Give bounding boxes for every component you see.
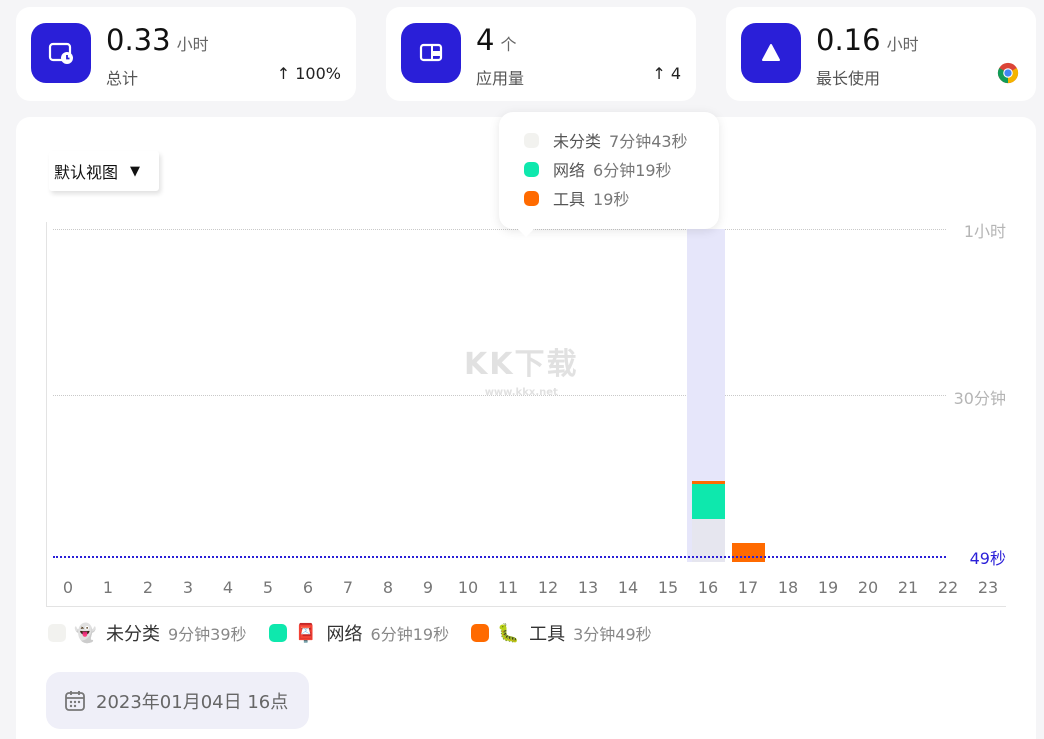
chart-y-axis [46, 222, 47, 607]
x-tick-label: 11 [497, 578, 519, 597]
x-tick-label: 0 [62, 578, 74, 597]
tooltip-category-time: 7分钟43秒 [609, 132, 688, 151]
color-swatch [268, 624, 287, 642]
x-tick-label: 23 [977, 578, 999, 597]
color-swatch [524, 190, 539, 206]
stat-total-label: 总计 [106, 69, 139, 88]
y-tick-label: 1小时 [963, 222, 1006, 241]
x-tick-label: 18 [777, 578, 799, 597]
app-window-icon [401, 23, 461, 83]
x-tick-label: 7 [342, 578, 354, 597]
x-tick-label: 17 [737, 578, 759, 597]
average-label: 49秒 [969, 549, 1006, 569]
legend-time: 9分钟39秒 [168, 625, 247, 644]
stat-apps-trend: ↑ 4 [652, 64, 681, 83]
tooltip-category-name: 工具 [553, 190, 586, 209]
x-tick-label: 16 [697, 578, 719, 597]
stat-total-unit: 小时 [176, 35, 209, 54]
legend-item-uncategorized[interactable]: 👻 未分类 9分钟39秒 [48, 620, 247, 646]
triangle-icon [741, 23, 801, 83]
x-tick-label: 5 [262, 578, 274, 597]
x-tick-label: 21 [897, 578, 919, 597]
stat-apps-value: 4个 [476, 23, 517, 57]
legend-item-tools[interactable]: 🐛 工具 3分钟49秒 [471, 620, 652, 646]
legend-name: 工具 [529, 624, 566, 645]
stat-card-total: 0.33 小时 总计 ↑ 100% [16, 7, 356, 101]
caret-down-icon: ▼ [130, 163, 141, 179]
y-tick-label: 30分钟 [953, 389, 1006, 408]
color-swatch [471, 624, 490, 642]
legend-item-network[interactable]: 📮 网络 6分钟19秒 [268, 620, 450, 646]
chart-panel: 默认视图 ▼ 1小时 30分钟 KK下载 www.kkx.net 49秒 012… [16, 112, 1036, 739]
arrow-up-icon: ↑ [276, 64, 291, 83]
gridline-1h [53, 229, 946, 230]
x-tick-label: 15 [657, 578, 679, 597]
x-tick-label: 1 [102, 578, 114, 597]
x-tick-label: 19 [817, 578, 839, 597]
bug-icon: 🐛 [497, 622, 520, 644]
tooltip-category-time: 19秒 [593, 190, 630, 209]
color-swatch [524, 132, 539, 148]
legend-name: 未分类 [106, 624, 160, 645]
x-tick-label: 13 [577, 578, 599, 597]
stat-apps-unit: 个 [500, 35, 517, 54]
x-tick-label: 14 [617, 578, 639, 597]
stat-longest-value: 0.16 小时 [816, 23, 919, 57]
tooltip-row: 未分类 7分钟43秒 [524, 128, 688, 152]
stat-longest-label: 最长使用 [816, 69, 881, 88]
stat-apps-label: 应用量 [476, 69, 525, 88]
x-tick-label: 20 [857, 578, 879, 597]
stat-total-trend: ↑ 100% [276, 64, 341, 83]
legend-time: 3分钟49秒 [573, 625, 652, 644]
color-swatch [48, 624, 66, 642]
tooltip-category-name: 网络 [553, 161, 586, 180]
bar-segment[interactable] [692, 481, 725, 485]
chrome-icon[interactable] [997, 62, 1019, 84]
x-tick-label: 10 [457, 578, 479, 597]
tooltip-row: 网络 6分钟19秒 [524, 157, 672, 181]
x-tick-label: 4 [222, 578, 234, 597]
mailbox-icon: 📮 [294, 622, 317, 644]
ghost-icon: 👻 [74, 622, 97, 644]
x-tick-label: 2 [142, 578, 154, 597]
tooltip-category-name: 未分类 [553, 132, 602, 151]
x-tick-label: 22 [937, 578, 959, 597]
stat-longest-unit: 小时 [886, 35, 919, 54]
view-select-dropdown[interactable]: 默认视图 ▼ [49, 151, 159, 191]
chart-legend: 👻 未分类 9分钟39秒 📮 网络 6分钟19秒 🐛 工具 3分钟49秒 [48, 620, 674, 646]
color-swatch [524, 161, 539, 177]
calendar-icon [65, 690, 85, 711]
date-chip-text: 2023年01月04日 16点 [96, 691, 289, 713]
chart-tooltip: 未分类 7分钟43秒 网络 6分钟19秒 工具 19秒 [499, 112, 719, 237]
legend-name: 网络 [326, 624, 363, 645]
stat-total-value: 0.33 小时 [106, 23, 209, 57]
x-tick-label: 8 [382, 578, 394, 597]
bar-segment[interactable] [692, 484, 725, 520]
x-tick-label: 9 [422, 578, 434, 597]
x-tick-label: 6 [302, 578, 314, 597]
bar-segment[interactable] [732, 542, 765, 562]
clock-screen-icon [31, 23, 91, 83]
legend-time: 6分钟19秒 [370, 625, 450, 644]
chart-x-axis [46, 606, 1006, 607]
stat-card-longest: 0.16 小时 最长使用 [726, 7, 1036, 101]
view-select-value: 默认视图 [54, 163, 119, 182]
arrow-up-icon: ↑ [652, 64, 666, 83]
x-tick-label: 3 [182, 578, 194, 597]
tooltip-row: 工具 19秒 [524, 186, 629, 210]
stat-card-apps: 4个 应用量 ↑ 4 [386, 7, 696, 101]
x-tick-label: 12 [537, 578, 559, 597]
average-line [53, 556, 946, 559]
date-picker-button[interactable]: 2023年01月04日 16点 [46, 672, 309, 729]
tooltip-category-time: 6分钟19秒 [593, 161, 672, 180]
watermark: KK下载 www.kkx.net [464, 347, 579, 398]
